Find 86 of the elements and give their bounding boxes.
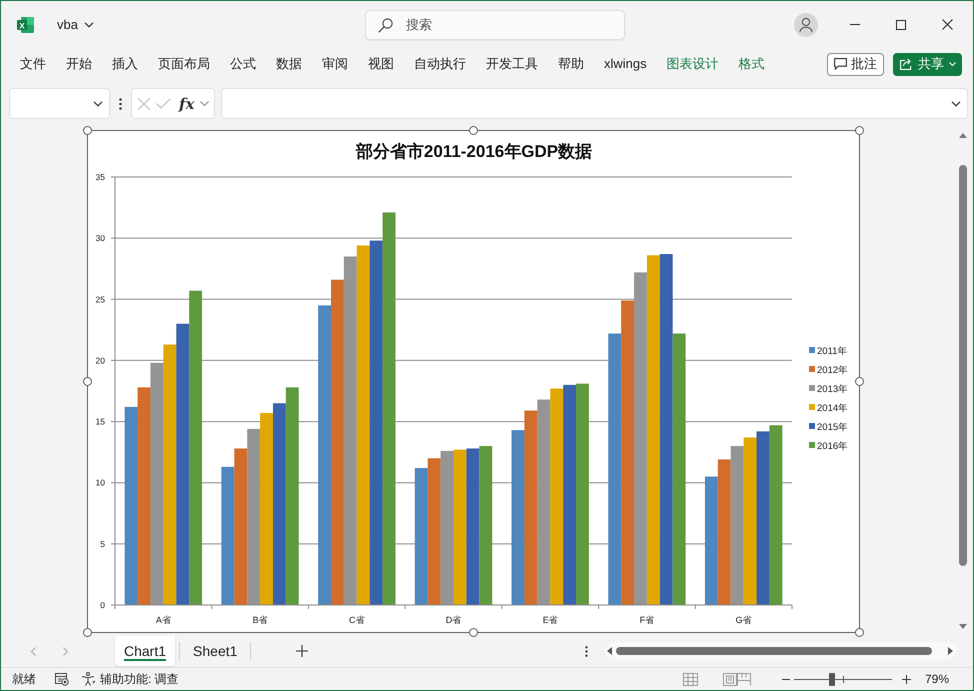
category-label: E省 bbox=[542, 615, 558, 625]
more-options-icon[interactable] bbox=[119, 98, 122, 110]
formula-input[interactable] bbox=[221, 88, 968, 119]
maximize-icon bbox=[896, 20, 906, 30]
ribbon-tab[interactable]: 插入 bbox=[102, 51, 148, 77]
ribbon-tab[interactable]: 视图 bbox=[358, 51, 404, 77]
category-label: D省 bbox=[446, 615, 462, 625]
resize-handle[interactable] bbox=[468, 628, 478, 637]
cell-mode-icon[interactable] bbox=[55, 672, 69, 686]
caret-icon bbox=[949, 62, 956, 66]
status-mode: 就绪 bbox=[12, 670, 36, 688]
ribbon-tab[interactable]: 开始 bbox=[56, 51, 102, 77]
scroll-right-arrow-icon[interactable] bbox=[948, 647, 953, 655]
resize-handle[interactable] bbox=[855, 628, 864, 637]
ribbon-tab[interactable]: 图表设计 bbox=[656, 51, 729, 77]
ribbon-tab[interactable]: xlwings bbox=[594, 51, 657, 77]
chevron-down-icon bbox=[84, 22, 94, 28]
ribbon-tab[interactable]: 开发工具 bbox=[476, 51, 548, 77]
axis-tick-label: 30 bbox=[96, 233, 105, 244]
axis-tick-label: 0 bbox=[100, 600, 105, 610]
sheet-tab[interactable]: Chart1 bbox=[115, 636, 176, 666]
search-field[interactable]: 搜索 bbox=[365, 10, 625, 40]
horizontal-scrollbar[interactable] bbox=[605, 642, 956, 660]
axis-tick-label: 25 bbox=[96, 294, 105, 304]
speech-bubble-icon bbox=[834, 58, 847, 70]
more-options-icon[interactable] bbox=[585, 646, 588, 656]
category-label: B省 bbox=[252, 615, 268, 625]
resize-handle[interactable] bbox=[83, 126, 92, 135]
legend-label: 2012年 bbox=[817, 365, 848, 376]
zoom-slider[interactable] bbox=[794, 672, 892, 686]
scroll-up-arrow-icon[interactable] bbox=[959, 133, 967, 138]
close-icon bbox=[942, 19, 952, 30]
ribbon-tab[interactable]: 自动执行 bbox=[404, 51, 476, 77]
legend-label: 2011年 bbox=[817, 346, 848, 357]
legend-label: 2013年 bbox=[817, 384, 848, 395]
chevron-down-icon bbox=[93, 100, 103, 106]
minimize-icon bbox=[850, 24, 860, 25]
scrollbar-thumb[interactable] bbox=[616, 647, 932, 655]
check-icon[interactable] bbox=[156, 98, 171, 109]
ribbon-tab[interactable]: 数据 bbox=[266, 51, 312, 77]
avatar-icon[interactable] bbox=[794, 12, 818, 36]
search-icon bbox=[378, 18, 393, 32]
chevron-down-icon bbox=[951, 100, 961, 106]
category-label: A省 bbox=[156, 615, 171, 625]
ribbon-tab[interactable]: 格式 bbox=[728, 51, 775, 77]
share-icon bbox=[900, 58, 913, 70]
resize-handle[interactable] bbox=[83, 376, 92, 386]
legend-label: 2016年 bbox=[817, 441, 848, 452]
scrollbar-thumb[interactable] bbox=[959, 165, 967, 566]
ribbon-tab[interactable]: 文件 bbox=[10, 51, 56, 77]
legend-label: 2014年 bbox=[817, 403, 848, 414]
page-break-preview-icon[interactable] bbox=[736, 672, 751, 686]
accessibility-icon bbox=[81, 672, 96, 686]
category-label: C省 bbox=[349, 615, 365, 625]
zoom-slider-thumb[interactable] bbox=[829, 672, 836, 686]
axis-tick-label: 10 bbox=[96, 478, 105, 488]
ribbon-tab[interactable]: 帮助 bbox=[548, 51, 594, 77]
category-label: G省 bbox=[736, 615, 752, 625]
resize-handle[interactable] bbox=[468, 126, 478, 135]
document-title[interactable]: vba bbox=[57, 17, 94, 32]
axis-tick-label: 5 bbox=[100, 538, 105, 549]
page-layout-icon[interactable] bbox=[722, 672, 737, 686]
axis-tick-label: 20 bbox=[96, 355, 105, 366]
chart-title: 部分省市2011-2016年GDP数据 bbox=[356, 142, 592, 161]
sheet-tab[interactable]: Sheet1 bbox=[184, 636, 246, 666]
comments-button[interactable]: 批注 bbox=[827, 52, 884, 76]
resize-handle[interactable] bbox=[855, 376, 864, 386]
ribbon-tab[interactable]: 审阅 bbox=[312, 51, 358, 77]
share-button[interactable]: 共享 bbox=[893, 52, 962, 76]
zoom-level[interactable]: 79% bbox=[924, 672, 949, 686]
resize-handle[interactable] bbox=[855, 126, 864, 135]
legend-label: 2015年 bbox=[817, 422, 848, 433]
scroll-down-arrow-icon[interactable] bbox=[959, 624, 967, 629]
scroll-left-arrow-icon[interactable] bbox=[607, 647, 612, 655]
add-sheet-icon[interactable] bbox=[296, 645, 308, 657]
resize-handle[interactable] bbox=[83, 628, 92, 637]
zoom-in-icon[interactable] bbox=[902, 674, 911, 684]
axis-tick-label: 15 bbox=[96, 416, 105, 427]
insert-function-button[interactable]: fx bbox=[179, 94, 194, 112]
category-label: F省 bbox=[640, 615, 654, 625]
ribbon-tab[interactable]: 页面布局 bbox=[148, 51, 220, 77]
normal-view-icon[interactable] bbox=[682, 672, 698, 686]
chevron-down-icon[interactable] bbox=[200, 101, 210, 106]
axis-tick-label: 35 bbox=[96, 172, 105, 182]
accessibility-button[interactable]: 辅助功能: 调查 bbox=[81, 670, 179, 688]
ribbon-tab[interactable]: 公式 bbox=[220, 51, 266, 77]
